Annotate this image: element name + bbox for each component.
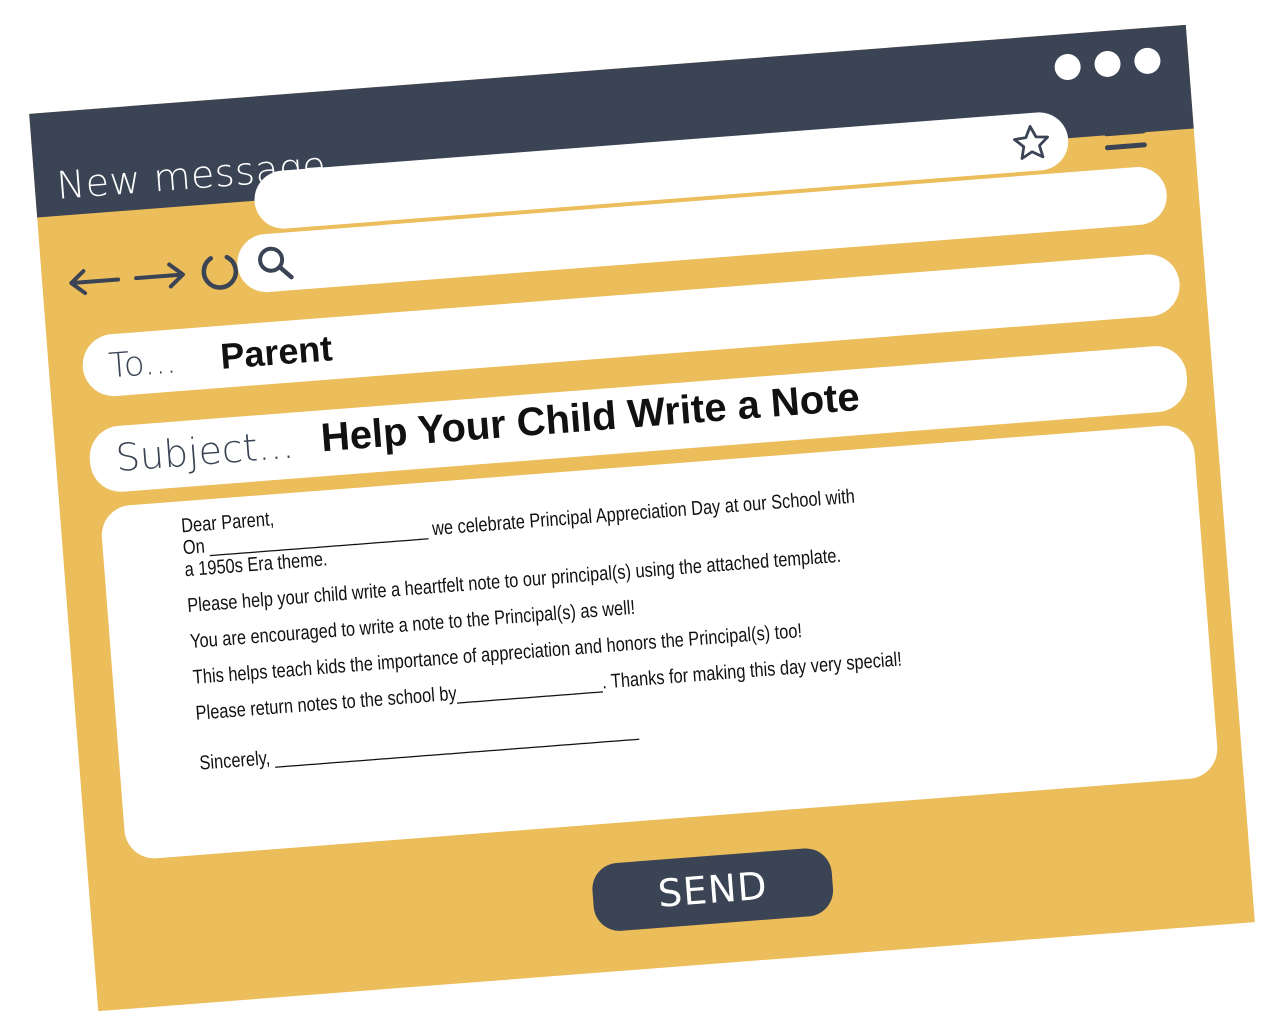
subject-label: Subject...: [114, 422, 296, 481]
hamburger-menu-icon[interactable]: [1102, 114, 1148, 153]
window-dot: [1093, 49, 1122, 78]
more-dots-icon[interactable]: [1053, 46, 1162, 81]
letter-text: Dear Parent, On ________________________…: [180, 459, 936, 775]
menu-line: [1103, 128, 1146, 137]
star-icon[interactable]: [1009, 120, 1054, 165]
menu-line: [1104, 142, 1148, 151]
message-body[interactable]: Dear Parent, On ________________________…: [99, 423, 1220, 861]
window-dot: [1053, 53, 1082, 81]
to-label: To...: [107, 341, 178, 387]
send-button[interactable]: SEND: [590, 846, 835, 933]
arrow-right-icon[interactable]: [131, 259, 189, 293]
navigation-controls: [65, 248, 244, 305]
to-value[interactable]: Parent: [219, 327, 334, 377]
search-icon[interactable]: [254, 242, 297, 285]
reload-icon[interactable]: [196, 248, 243, 295]
subject-value[interactable]: Help Your Child Write a Note: [319, 375, 861, 461]
arrow-left-icon[interactable]: [65, 264, 123, 298]
window-dot: [1133, 46, 1162, 75]
email-window: New message To... Parent Subject... Help…: [29, 24, 1255, 1012]
